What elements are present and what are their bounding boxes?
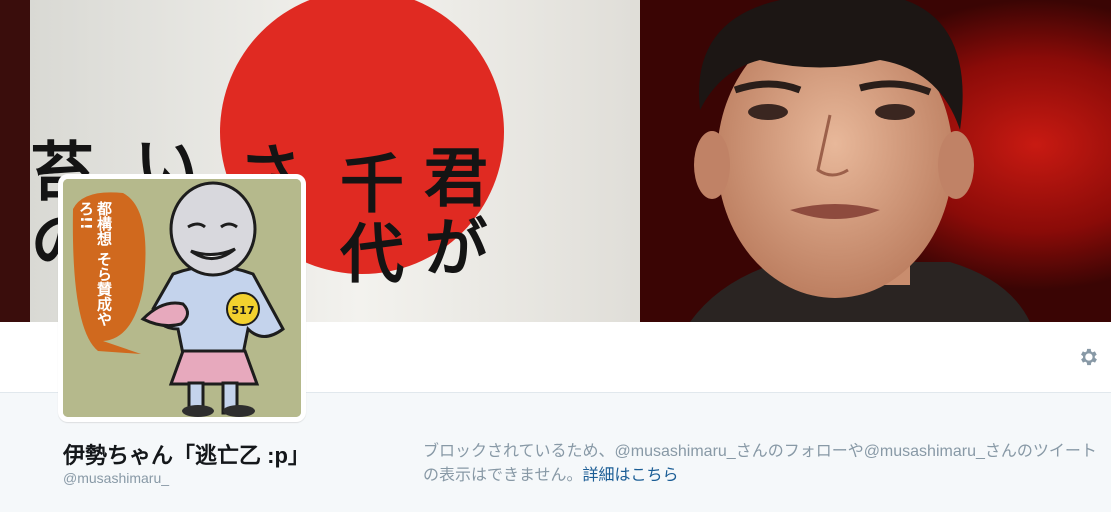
blocked-notice: ブロックされているため、@musashimaru_さんのフォローや@musash… <box>423 440 1109 488</box>
blocked-notice-text: ブロックされているため、@musashimaru_さんのフォローや@musash… <box>423 443 1097 484</box>
profile-handle[interactable]: @musashimaru_ <box>63 470 169 486</box>
banner-calligraphy-1: 君が <box>413 144 488 284</box>
learn-more-link[interactable]: 詳細はこちら <box>583 467 679 484</box>
profile-name[interactable]: 伊勢ちゃん「逃亡乙 :p」 <box>63 438 310 470</box>
profile-avatar[interactable]: 517 都構想 そら賛成やろ!! <box>58 174 306 422</box>
banner-calligraphy-2: 千代 <box>329 150 404 290</box>
avatar-badge-text: 517 <box>232 304 255 317</box>
avatar-illustration: 517 都構想 そら賛成やろ!! <box>63 179 301 417</box>
avatar-speech-bubble-text: 都構想 そら賛成やろ!! <box>77 201 113 327</box>
gear-icon[interactable] <box>1077 346 1099 368</box>
